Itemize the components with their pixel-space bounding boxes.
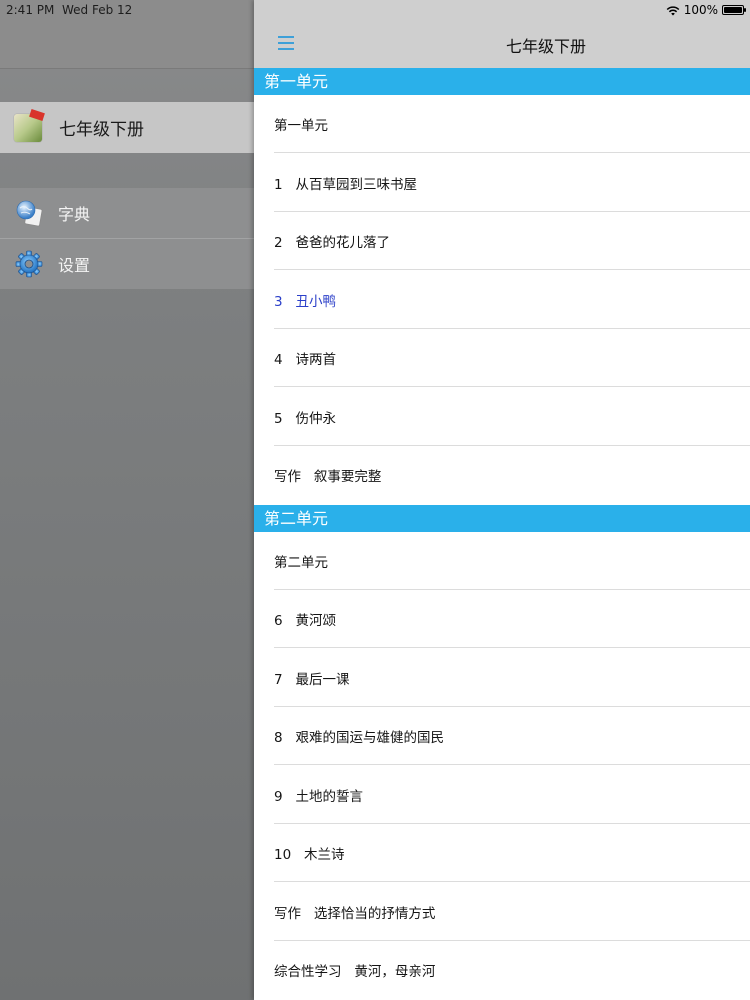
lesson-title: 第一单元 — [274, 118, 328, 134]
sidebar-item-label: 字典 — [58, 205, 91, 224]
gear-icon — [15, 250, 43, 278]
sidebar-item-dictionary[interactable]: 字典 — [0, 188, 254, 238]
page-title: 七年级下册 — [506, 37, 587, 56]
lesson-title: 综合性学习 黄河，母亲河 — [274, 964, 436, 980]
lesson-row[interactable]: 2 爸爸的花儿落了 — [254, 212, 750, 270]
battery-percent: 100% — [683, 3, 718, 17]
lesson-title: 2 爸爸的花儿落了 — [274, 235, 390, 251]
lesson-row[interactable]: 综合性学习 黄河，母亲河 — [254, 941, 750, 999]
lesson-title: 8 艰难的国运与雄健的国民 — [274, 730, 444, 746]
lesson-row[interactable]: 6 黄河颂 — [254, 590, 750, 648]
lesson-title: 3 丑小鸭 — [274, 293, 336, 310]
side-menu: 七年级下册 字典 设置 — [0, 0, 254, 1000]
lesson-title: 10 木兰诗 — [274, 847, 345, 863]
section-header: 第二单元 — [254, 504, 750, 532]
lesson-title: 7 最后一课 — [274, 671, 350, 688]
main-panel: 七年级下册 第一单元 第一单元 1 从百草园到三味书屋 2 爸爸的花儿落了 3 丑小鸭 4… — [254, 0, 750, 1000]
sidebar-item-book[interactable]: 七年级下册 — [0, 102, 254, 153]
lesson-row[interactable]: 8 艰难的国运与雄健的国民 — [254, 707, 750, 765]
lesson-title: 5 伤仲永 — [274, 410, 336, 427]
status-right: 100% — [666, 0, 746, 20]
lesson-title: 写作 选择恰当的抒情方式 — [274, 905, 436, 922]
sidebar-item-label: 七年级下册 — [59, 120, 144, 140]
battery-icon — [722, 5, 746, 15]
status-date: Wed Feb 12 — [62, 3, 133, 17]
sidebar-menu-group: 字典 设置 — [0, 188, 254, 289]
status-time: 2:41 PM — [6, 3, 55, 17]
lesson-row[interactable]: 9 土地的誓言 — [254, 766, 750, 824]
sidebar-item-settings[interactable]: 设置 — [0, 238, 254, 289]
lesson-row[interactable]: 10 木兰诗 — [254, 824, 750, 882]
lesson-row[interactable]: 4 诗两首 — [254, 329, 750, 387]
book-cover-icon — [14, 108, 45, 142]
lesson-row[interactable]: 5 伤仲永 — [254, 388, 750, 446]
lesson-row[interactable]: 写作 叙事要完整 — [254, 446, 750, 504]
lesson-title: 写作 叙事要完整 — [274, 469, 382, 485]
lesson-row[interactable]: 第二单元 — [254, 532, 750, 590]
lesson-title: 9 土地的誓言 — [274, 788, 363, 805]
lesson-title: 1 从百草园到三味书屋 — [274, 176, 417, 193]
sidebar-item-label: 设置 — [58, 256, 91, 275]
battery-fill — [724, 7, 742, 13]
wifi-icon — [666, 5, 680, 15]
lesson-row[interactable]: 3 丑小鸭 — [254, 271, 750, 329]
lesson-row[interactable]: 7 最后一课 — [254, 649, 750, 707]
lesson-row[interactable]: 第一单元 — [254, 95, 750, 153]
lesson-title: 6 黄河颂 — [274, 613, 336, 629]
new-ribbon-icon — [29, 108, 45, 121]
section-header: 第一单元 — [254, 68, 750, 95]
lesson-title: 4 诗两首 — [274, 352, 336, 368]
status-bar: 2:41 PM Wed Feb 12 100% — [0, 0, 750, 20]
dictionary-icon — [16, 200, 43, 227]
lesson-row[interactable]: 1 从百草园到三味书屋 — [254, 154, 750, 212]
lesson-row[interactable]: 写作 选择恰当的抒情方式 — [254, 883, 750, 941]
lesson-title: 第二单元 — [274, 554, 328, 571]
